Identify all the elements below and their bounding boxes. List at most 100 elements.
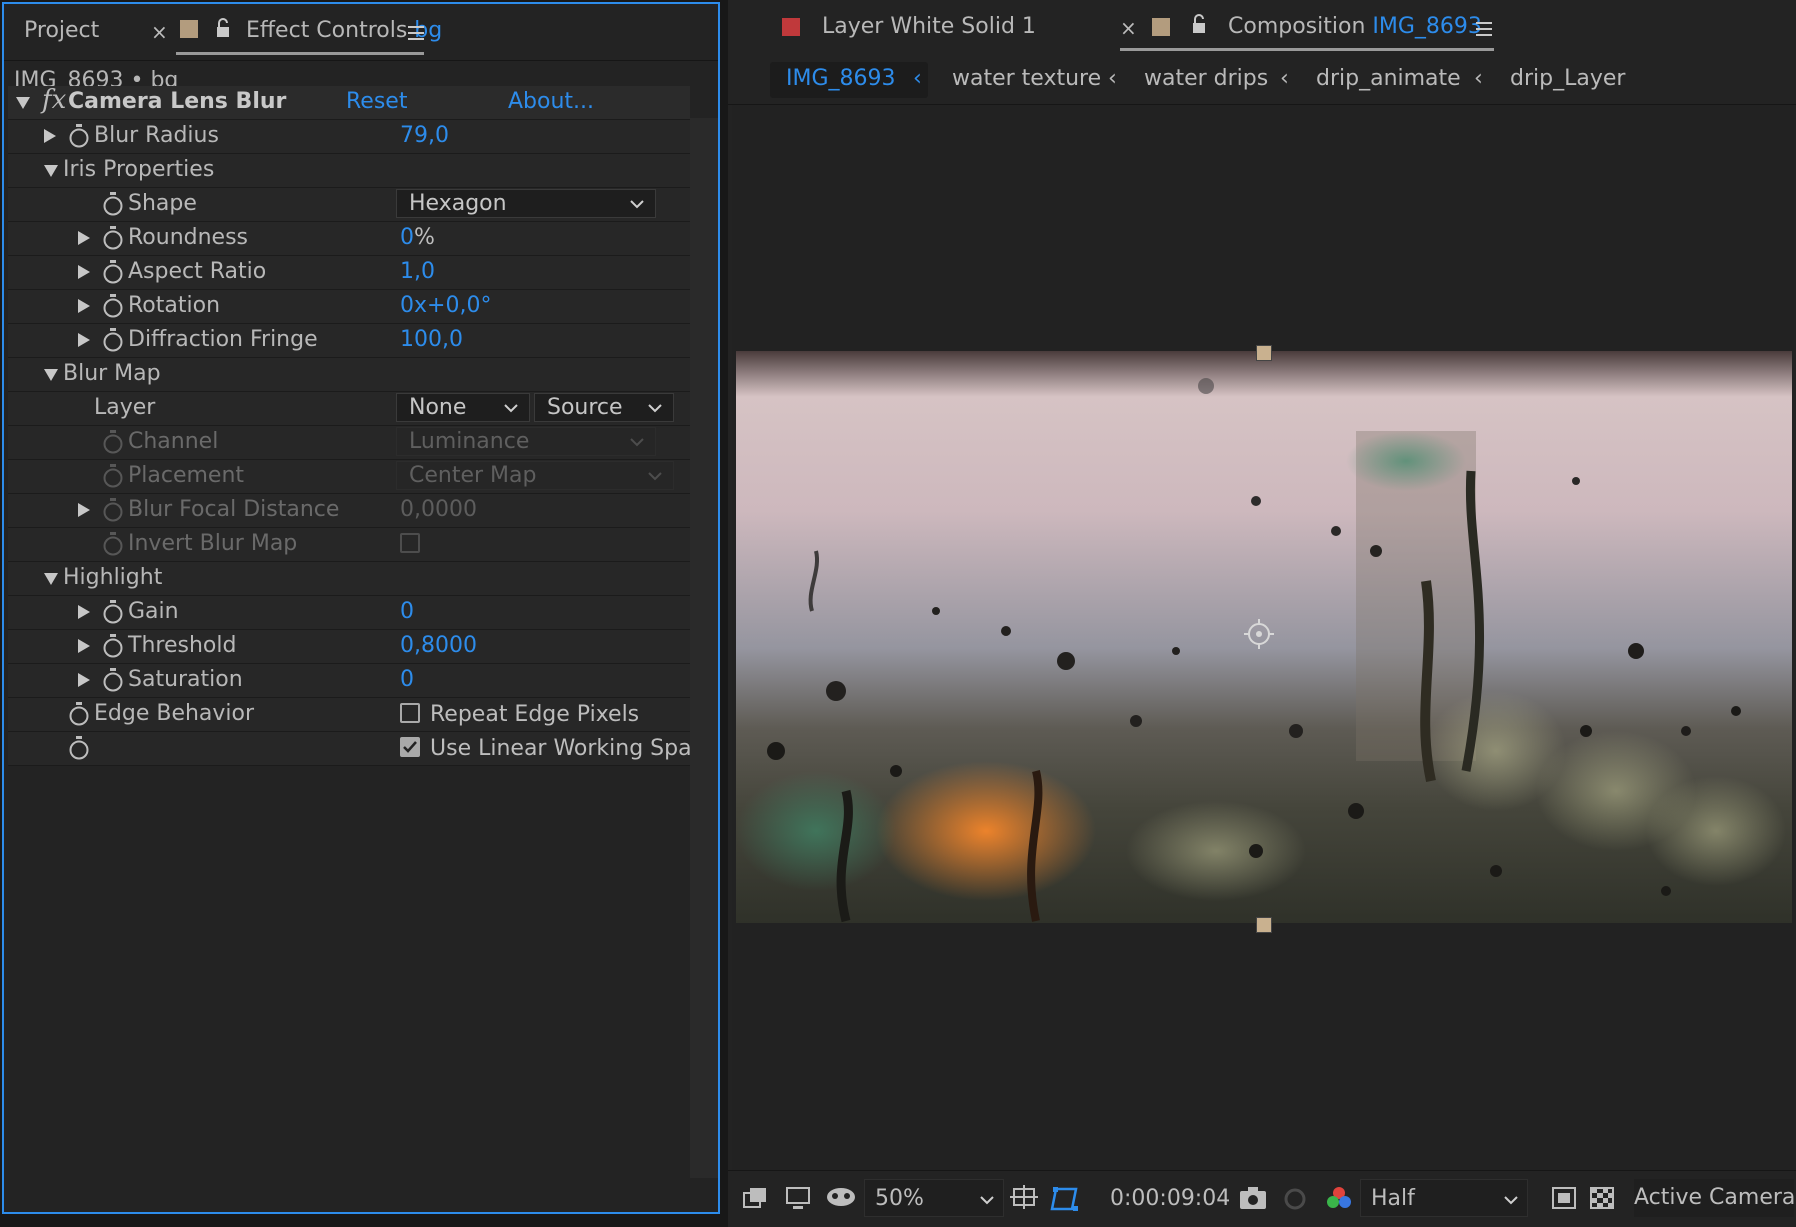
mask-visibility-icon[interactable] (824, 1185, 858, 1211)
property-row-diffraction-fringe: Diffraction Fringe 100,0 (8, 324, 690, 358)
property-row-aspect-ratio: Aspect Ratio 1,0 (8, 256, 690, 290)
toggle-mask-path-icon[interactable] (1050, 1185, 1082, 1213)
stopwatch-icon[interactable] (68, 736, 90, 760)
stopwatch-icon[interactable] (68, 702, 90, 726)
vertical-scrollbar[interactable] (690, 118, 718, 1178)
breadcrumb-item[interactable]: drip_animate (1316, 66, 1461, 91)
stopwatch-icon[interactable] (102, 192, 124, 216)
expand-triangle-icon[interactable] (78, 333, 90, 347)
property-label: Layer (94, 395, 156, 420)
stopwatch-icon[interactable] (102, 600, 124, 624)
effect-header-row[interactable]: fx Camera Lens Blur Reset About... (8, 85, 690, 120)
property-label: Blur Focal Distance (128, 497, 340, 522)
roundness-unit: % (414, 225, 435, 250)
property-row-placement: Placement Center Map (8, 460, 690, 494)
stopwatch-icon[interactable] (102, 226, 124, 250)
checkbox-label: Use Linear Working Spac (430, 736, 704, 761)
expand-triangle-icon[interactable] (44, 129, 56, 143)
repeat-edge-pixels-checkbox[interactable] (400, 703, 420, 723)
breadcrumb-item[interactable]: water texture (952, 66, 1101, 91)
group-row-iris-properties: Iris Properties (8, 154, 690, 188)
breadcrumb-item[interactable]: drip_Layer (1510, 66, 1625, 91)
aspect-ratio-value[interactable]: 1,0 (400, 259, 435, 284)
property-label: Blur Radius (94, 123, 219, 148)
stopwatch-icon[interactable] (102, 294, 124, 318)
property-label: Gain (128, 599, 179, 624)
expand-triangle-icon[interactable] (78, 605, 90, 619)
expand-triangle-icon[interactable] (78, 265, 90, 279)
show-snapshot-icon[interactable] (1280, 1185, 1310, 1211)
diffraction-fringe-value[interactable]: 100,0 (400, 327, 463, 352)
group-row-blur-map: Blur Map (8, 358, 690, 392)
reset-button[interactable]: Reset (346, 89, 407, 114)
lock-icon[interactable] (1192, 14, 1206, 34)
placement-dropdown: Center Map (396, 461, 674, 490)
stopwatch-icon[interactable] (102, 668, 124, 692)
chevron-down-icon (648, 472, 662, 481)
collapse-triangle-icon[interactable] (44, 573, 58, 585)
expand-triangle-icon[interactable] (78, 299, 90, 313)
grid-guides-icon[interactable] (1010, 1185, 1040, 1213)
region-of-interest-icon[interactable] (1550, 1185, 1578, 1211)
fx-icon[interactable]: fx (42, 85, 66, 115)
monitor-icon[interactable] (784, 1185, 812, 1211)
gain-value[interactable]: 0 (400, 599, 414, 624)
about-link[interactable]: About... (508, 89, 594, 114)
breadcrumb-item[interactable]: IMG_8693 (786, 66, 896, 91)
composition-breadcrumb: IMG_8693 ‹ water texture ‹ water drips ‹… (728, 56, 1796, 105)
camera-view-dropdown[interactable]: Active Camera (1634, 1179, 1795, 1217)
always-preview-icon[interactable] (742, 1185, 770, 1211)
collapse-triangle-icon[interactable] (16, 97, 30, 109)
layer-color-swatch (782, 18, 800, 36)
resolution-dropdown[interactable]: Half (1360, 1179, 1528, 1217)
expand-triangle-icon[interactable] (78, 673, 90, 687)
right-panel-tab-bar: Layer White Solid 1 × Composition IMG_86… (728, 0, 1796, 56)
tab-layer[interactable]: Layer White Solid 1 (822, 14, 1036, 39)
stopwatch-icon[interactable] (102, 260, 124, 284)
composition-viewer[interactable] (732, 105, 1794, 1170)
tab-composition[interactable]: Composition IMG_8693 (1228, 14, 1482, 39)
close-icon[interactable]: × (1120, 16, 1137, 40)
layer-handle-bottom[interactable] (1256, 917, 1272, 933)
layer-handle-top[interactable] (1256, 345, 1272, 361)
checkmark-icon (403, 741, 417, 753)
property-label: Saturation (128, 667, 243, 692)
property-row-layer: Layer None Source (8, 392, 690, 426)
expand-triangle-icon[interactable] (78, 503, 90, 517)
collapse-triangle-icon[interactable] (44, 165, 58, 177)
anchor-point-icon[interactable] (1242, 617, 1276, 651)
property-label: Aspect Ratio (128, 259, 267, 284)
roundness-value-field[interactable]: 0% (400, 225, 435, 250)
stopwatch-icon[interactable] (102, 634, 124, 658)
linear-working-space-checkbox[interactable] (400, 737, 420, 757)
stopwatch-icon[interactable] (68, 124, 90, 148)
breadcrumb-item[interactable]: water drips (1144, 66, 1268, 91)
composition-panel: Layer White Solid 1 × Composition IMG_86… (728, 0, 1796, 1227)
property-label: Shape (128, 191, 197, 216)
stopwatch-icon[interactable] (102, 328, 124, 352)
panel-menu-icon[interactable] (408, 26, 424, 40)
rotation-value[interactable]: 0x+0,0° (400, 293, 491, 318)
saturation-value[interactable]: 0 (400, 667, 414, 692)
layer-dropdown[interactable]: None (396, 393, 530, 422)
magnification-dropdown[interactable]: 50% (864, 1179, 1004, 1217)
property-row-linear-working-space: Use Linear Working Spac (8, 732, 704, 766)
tab-project[interactable]: Project (24, 18, 99, 43)
property-row-blur-radius: Blur Radius 79,0 (8, 120, 690, 154)
layer-source-dropdown[interactable]: Source (534, 393, 674, 422)
threshold-value[interactable]: 0,8000 (400, 633, 477, 658)
snapshot-camera-icon[interactable] (1238, 1185, 1268, 1211)
color-channels-icon[interactable] (1324, 1185, 1354, 1213)
lock-icon[interactable] (216, 18, 230, 38)
collapse-triangle-icon[interactable] (44, 369, 58, 381)
expand-triangle-icon[interactable] (78, 231, 90, 245)
current-time[interactable]: 0:00:09:04 (1110, 1186, 1230, 1211)
shape-dropdown[interactable]: Hexagon (396, 189, 656, 218)
blur-radius-value[interactable]: 79,0 (400, 123, 449, 148)
expand-triangle-icon[interactable] (78, 639, 90, 653)
effect-controls-panel: Project × Effect Controls bg IMG_8693 • … (2, 2, 720, 1214)
close-icon[interactable]: × (151, 20, 168, 44)
viewer-toolbar: 50% 0:00:09:04 Half Active Camera (728, 1170, 1796, 1227)
transparency-grid-icon[interactable] (1588, 1185, 1616, 1211)
panel-menu-icon[interactable] (1476, 22, 1492, 36)
